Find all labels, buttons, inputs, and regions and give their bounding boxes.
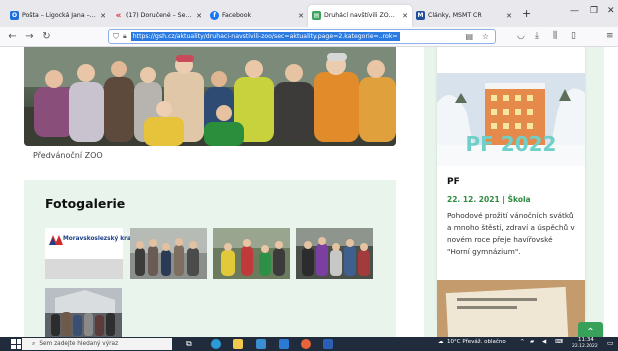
weather-text[interactable]: 10°C Převáž. oblačno [447, 339, 506, 345]
navigation-bar: ← → ↻ ⛉ 🔒︎ https://gsh.cz/aktuality/druh… [0, 27, 618, 47]
language-icon[interactable]: ⌨ [555, 339, 563, 345]
edge-icon[interactable] [211, 339, 221, 349]
forward-icon[interactable]: → [21, 31, 38, 42]
tray-chevron-icon[interactable]: ^ [520, 339, 525, 345]
file-explorer-icon[interactable] [233, 339, 243, 349]
lock-icon[interactable]: 🔒︎ [123, 32, 127, 41]
news-title[interactable]: PF [447, 177, 460, 187]
seznam-icon: « [115, 10, 122, 21]
hero-photo[interactable] [24, 47, 396, 146]
windows-start-icon[interactable] [11, 339, 21, 349]
clock-date[interactable]: 22.12.2022 [572, 344, 598, 349]
sidebar-icon[interactable]: ▯ [571, 31, 576, 41]
news-card-image[interactable]: PF 2022 [437, 73, 585, 166]
tab-title: Články, MŠMT ČR [428, 12, 482, 19]
close-icon[interactable]: ✕ [402, 12, 408, 20]
photo-content [296, 228, 373, 279]
tab-title: (17) Doručené – Seznam Email [126, 12, 192, 19]
library-icon[interactable]: ⫼ [553, 31, 557, 41]
taskbar-search-input[interactable]: ⌕ Sem zadejte hledaný výraz [22, 338, 172, 350]
notifications-icon[interactable]: ▭ [607, 339, 614, 347]
gallery-thumbnail[interactable] [296, 228, 373, 279]
close-icon[interactable]: ✕ [100, 12, 106, 20]
new-tab-icon[interactable]: + [522, 7, 531, 20]
close-icon[interactable]: ✕ [196, 12, 202, 20]
reload-icon[interactable]: ↻ [38, 31, 55, 42]
close-icon[interactable]: ✕ [506, 12, 512, 20]
reader-view-icon[interactable]: ▤ [465, 32, 473, 41]
firefox-icon[interactable] [301, 339, 311, 349]
tab-title: Facebook [222, 12, 252, 19]
pf-image-text: PF 2022 [466, 132, 557, 156]
msk-logo-gray-band [45, 259, 123, 279]
mail-icon[interactable] [279, 339, 289, 349]
page-content: Předvánoční ZOO Fotogalerie Moravskoslez… [0, 47, 618, 337]
snowy-building-illustration: PF 2022 [437, 73, 585, 166]
photo-content [130, 228, 207, 276]
maximize-icon[interactable]: ❐ [590, 6, 598, 16]
children-group-illustration [24, 47, 396, 146]
url-text[interactable]: https://gsh.cz/aktuality/druhaci-navstiv… [130, 32, 400, 41]
photo-content [213, 228, 290, 279]
tab-gsh-active[interactable]: ▤ Druhácí navštívili ZOO | Aktuali ✕ [308, 4, 412, 27]
gsh-icon: ▤ [312, 11, 321, 20]
tab-msmt[interactable]: M Články, MŠMT ČR ✕ [412, 5, 516, 27]
task-view-icon[interactable]: ⧉ [186, 339, 196, 349]
word-icon[interactable] [323, 339, 333, 349]
volume-icon[interactable]: ◀ [542, 339, 546, 345]
chevron-up-icon: ⌃ [586, 326, 595, 338]
weather-icon[interactable]: ☁ [438, 339, 444, 345]
shield-icon[interactable]: ⛉ [113, 32, 119, 42]
news-card-image-2[interactable] [437, 280, 585, 337]
menu-icon[interactable]: ≡ [606, 31, 614, 41]
msk-logo-text: Moravskoslezský kraj [63, 236, 133, 242]
tab-title: Druhácí navštívili ZOO | Aktuali [324, 12, 398, 19]
network-icon[interactable]: ▰ [530, 339, 534, 345]
tab-outlook[interactable]: O Pošta – Ligocká Jana – Outlook ✕ [6, 5, 110, 27]
clock-time[interactable]: 11:34 [578, 337, 594, 343]
hero-caption: Předvánoční ZOO [33, 151, 103, 160]
store-icon[interactable] [256, 339, 266, 349]
search-icon: ⌕ [32, 340, 36, 347]
search-placeholder: Sem zadejte hledaný výraz [39, 341, 119, 347]
pocket-icon[interactable]: ◡ [517, 31, 525, 41]
close-window-icon[interactable]: ✕ [607, 6, 615, 16]
gallery-thumbnail[interactable] [213, 228, 290, 279]
facebook-icon: f [210, 11, 219, 20]
gallery-thumbnail[interactable] [45, 288, 122, 337]
msk-logo-icon [49, 235, 63, 245]
tab-facebook[interactable]: f Facebook ✕ [206, 5, 308, 27]
browser-tab-bar: O Pošta – Ligocká Jana – Outlook ✕ « (17… [0, 0, 618, 27]
gallery-thumbnail[interactable] [130, 228, 207, 279]
close-icon[interactable]: ✕ [298, 12, 304, 20]
msmt-icon: M [416, 11, 425, 20]
photo-content [45, 288, 122, 337]
windows-taskbar: ⌕ Sem zadejte hledaný výraz ⧉ ☁ 10°C Pře… [0, 337, 618, 351]
tab-title: Pošta – Ligocká Jana – Outlook [22, 12, 97, 19]
url-bar[interactable]: ⛉ 🔒︎ https://gsh.cz/aktuality/druhaci-na… [108, 29, 496, 44]
back-icon[interactable]: ← [4, 31, 21, 42]
news-meta[interactable]: 22. 12. 2021 | Škola [447, 195, 531, 204]
outlook-icon: O [10, 11, 19, 20]
tab-seznam[interactable]: « (17) Doručené – Seznam Email ✕ [110, 5, 206, 27]
news-text: Pohodové prožití vánočních svátků a mnoh… [447, 211, 575, 256]
bookmark-star-icon[interactable]: ☆ [482, 32, 489, 41]
gallery-title: Fotogalerie [45, 196, 126, 211]
document-photo [437, 280, 585, 337]
minimize-icon[interactable]: — [570, 6, 579, 16]
download-icon[interactable]: ⤓ [535, 31, 539, 41]
